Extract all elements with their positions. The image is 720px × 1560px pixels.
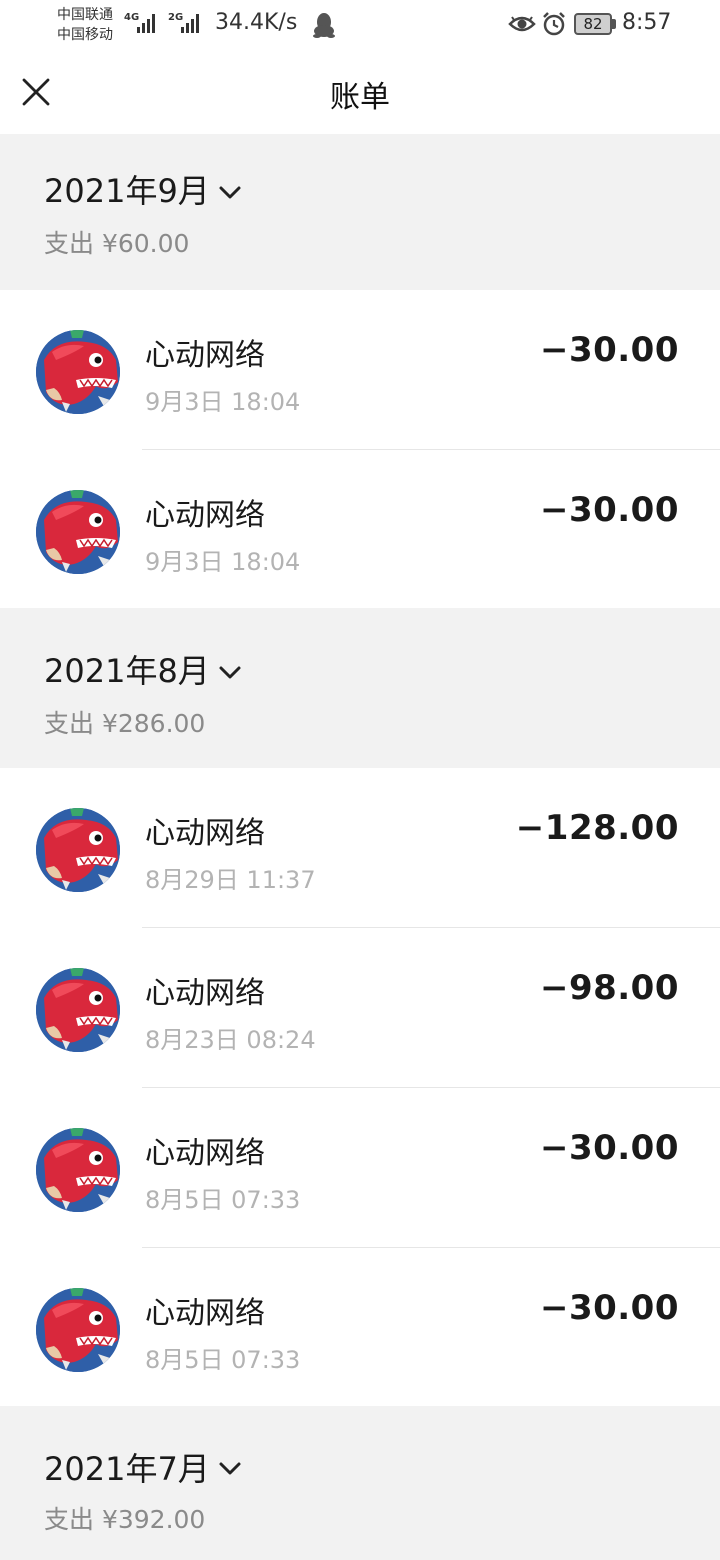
chevron-down-icon[interactable]	[216, 178, 244, 206]
battery-icon: 82	[574, 13, 616, 35]
chevron-down-icon[interactable]	[216, 658, 244, 686]
alarm-clock-icon	[543, 12, 565, 36]
chevron-down-icon[interactable]	[216, 1454, 244, 1482]
transaction-time: 8月29日 11:37	[145, 866, 316, 894]
month-section[interactable]: 2021年7月 支出 ¥392.00	[0, 1406, 720, 1560]
network-speed: 34.4K/s	[215, 10, 298, 35]
battery-level: 82	[574, 13, 612, 35]
transaction-time: 8月23日 08:24	[145, 1026, 316, 1054]
month-label: 2021年8月	[44, 652, 210, 690]
month-spend: 支出 ¥60.00	[44, 229, 190, 258]
carrier-1: 中国联通	[57, 7, 113, 23]
month-spend: 支出 ¥286.00	[44, 709, 206, 738]
merchant-avatar-icon	[36, 968, 120, 1052]
qq-penguin-icon	[313, 13, 335, 38]
transaction-row[interactable]: 心动网络 9月3日 18:04 −30.00	[0, 290, 720, 450]
eye-comfort-icon	[508, 16, 536, 32]
month-spend: 支出 ¥392.00	[44, 1505, 206, 1534]
transaction-amount: −30.00	[539, 1288, 679, 1328]
month-label: 2021年7月	[44, 1450, 210, 1488]
merchant-name: 心动网络	[145, 976, 265, 1011]
merchant-name: 心动网络	[145, 816, 265, 851]
merchant-avatar-icon	[36, 808, 120, 892]
merchant-avatar-icon	[36, 1128, 120, 1212]
status-time: 8:57	[622, 10, 672, 35]
merchant-avatar-icon	[36, 1288, 120, 1372]
merchant-name: 心动网络	[145, 338, 265, 373]
carrier-2: 中国移动	[57, 27, 113, 43]
transaction-row[interactable]: 心动网络 8月5日 07:33 −30.00	[0, 1248, 720, 1406]
app-header: 账单	[0, 50, 720, 134]
merchant-name: 心动网络	[145, 1136, 265, 1171]
transaction-row[interactable]: 心动网络 8月5日 07:33 −30.00	[0, 1088, 720, 1248]
month-section[interactable]: 2021年9月 支出 ¥60.00	[0, 134, 720, 290]
merchant-avatar-icon	[36, 490, 120, 574]
transaction-amount: −30.00	[539, 1128, 679, 1168]
merchant-name: 心动网络	[145, 498, 265, 533]
transaction-amount: −128.00	[515, 808, 679, 848]
status-bar: 中国联通 中国移动 4G 2G 34.4K/s 82 8:57	[0, 0, 720, 50]
transaction-time: 9月3日 18:04	[145, 548, 301, 576]
carrier-names: 中国联通 中国移动	[57, 5, 113, 45]
transaction-amount: −30.00	[539, 330, 679, 370]
transaction-time: 9月3日 18:04	[145, 388, 301, 416]
month-section[interactable]: 2021年8月 支出 ¥286.00	[0, 608, 720, 768]
month-label: 2021年9月	[44, 172, 210, 210]
transaction-time: 8月5日 07:33	[145, 1346, 301, 1374]
transaction-amount: −30.00	[539, 490, 679, 530]
transaction-row[interactable]: 心动网络 8月29日 11:37 −128.00	[0, 768, 720, 928]
transaction-row[interactable]: 心动网络 9月3日 18:04 −30.00	[0, 450, 720, 608]
page-title: 账单	[330, 80, 390, 115]
transaction-time: 8月5日 07:33	[145, 1186, 301, 1214]
merchant-avatar-icon	[36, 330, 120, 414]
merchant-name: 心动网络	[145, 1296, 265, 1331]
transaction-amount: −98.00	[539, 968, 679, 1008]
transaction-row[interactable]: 心动网络 8月23日 08:24 −98.00	[0, 928, 720, 1088]
